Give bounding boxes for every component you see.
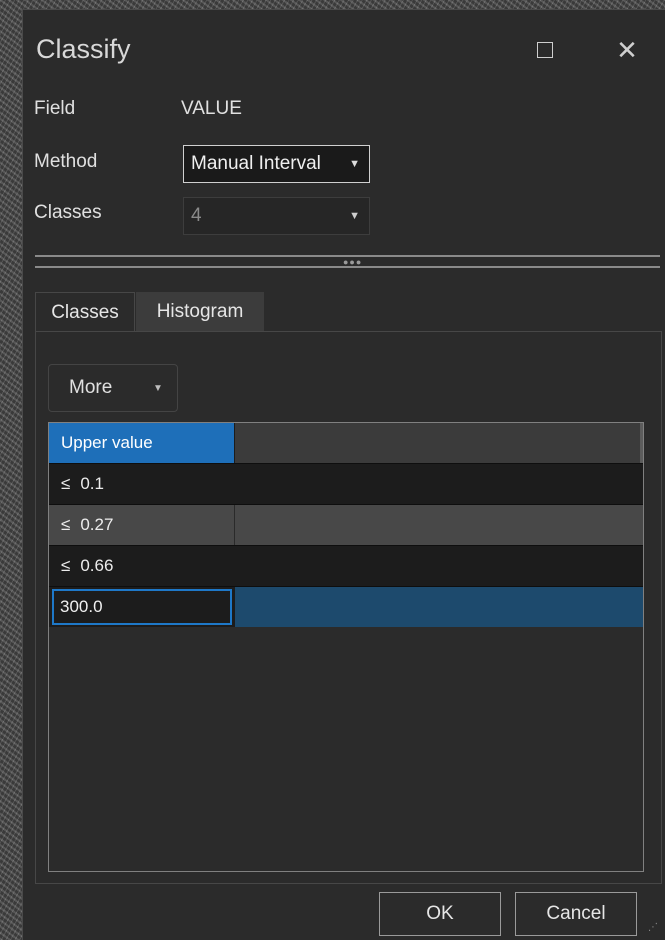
chevron-down-icon: ▼ xyxy=(153,382,163,394)
less-equal-symbol: ≤ xyxy=(61,515,71,534)
upper-value-cell[interactable]: ≤ 0.1 xyxy=(49,464,235,504)
classify-dialog: Classify ✕ Field VALUE Method Manual Int… xyxy=(22,9,665,940)
cancel-button[interactable]: Cancel xyxy=(515,892,637,936)
upper-value-cell[interactable]: ≤ 0.27 xyxy=(49,505,235,545)
field-value: VALUE xyxy=(181,98,242,119)
title-bar[interactable]: Classify ✕ xyxy=(23,10,665,88)
close-icon: ✕ xyxy=(616,35,638,65)
table-row[interactable]: ≤ 0.1 xyxy=(49,464,643,504)
maximize-button[interactable] xyxy=(531,36,559,64)
panel-splitter[interactable]: ●●● xyxy=(35,255,660,269)
chevron-down-icon: ▼ xyxy=(349,210,360,222)
classes-panel: More ▼ Upper value ≤ 0.1 ≤ 0.27 ≤ 0.66 3… xyxy=(35,331,662,884)
table-cell[interactable] xyxy=(235,505,643,545)
table-cell[interactable] xyxy=(235,546,643,586)
less-equal-symbol: ≤ xyxy=(61,556,71,575)
chevron-down-icon: ▼ xyxy=(349,158,360,170)
dialog-title: Classify xyxy=(36,34,131,64)
resize-grip-icon[interactable]: ⋰ xyxy=(648,922,658,933)
upper-value-text: 0.66 xyxy=(80,556,114,575)
table-row-selected[interactable]: 300.0 xyxy=(49,587,643,627)
upper-value-text: 0.27 xyxy=(80,515,114,534)
tab-histogram[interactable]: Histogram xyxy=(136,292,264,332)
maximize-icon xyxy=(537,42,553,58)
table-header-row: Upper value xyxy=(49,423,643,463)
tab-classes[interactable]: Classes xyxy=(35,292,135,332)
upper-value-cell[interactable]: ≤ 0.66 xyxy=(49,546,235,586)
classes-label: Classes xyxy=(34,202,102,223)
method-select[interactable]: Manual Interval ▼ xyxy=(183,145,370,183)
splitter-line xyxy=(35,266,660,268)
less-equal-symbol: ≤ xyxy=(61,474,71,493)
upper-value-edit-input[interactable]: 300.0 xyxy=(52,589,232,625)
table-row[interactable]: ≤ 0.66 xyxy=(49,546,643,586)
table-row[interactable]: ≤ 0.27 xyxy=(49,505,643,545)
method-select-value: Manual Interval xyxy=(191,153,321,174)
classes-select-value: 4 xyxy=(191,205,202,226)
field-label: Field xyxy=(34,98,76,119)
classes-table: Upper value ≤ 0.1 ≤ 0.27 ≤ 0.66 300.0 xyxy=(48,422,644,872)
ok-button[interactable]: OK xyxy=(379,892,501,936)
column-header-empty[interactable] xyxy=(235,423,643,463)
upper-value-cell[interactable]: 300.0 xyxy=(49,587,235,627)
upper-value-text: 0.1 xyxy=(80,474,104,493)
table-cell[interactable] xyxy=(235,464,643,504)
more-button[interactable]: More ▼ xyxy=(48,364,178,412)
method-label: Method xyxy=(34,151,98,172)
column-header-upper-value[interactable]: Upper value xyxy=(49,423,235,463)
more-button-label: More xyxy=(69,377,113,398)
table-cell[interactable] xyxy=(235,587,643,627)
classes-select[interactable]: 4 ▼ xyxy=(183,197,370,235)
close-button[interactable]: ✕ xyxy=(613,36,641,64)
